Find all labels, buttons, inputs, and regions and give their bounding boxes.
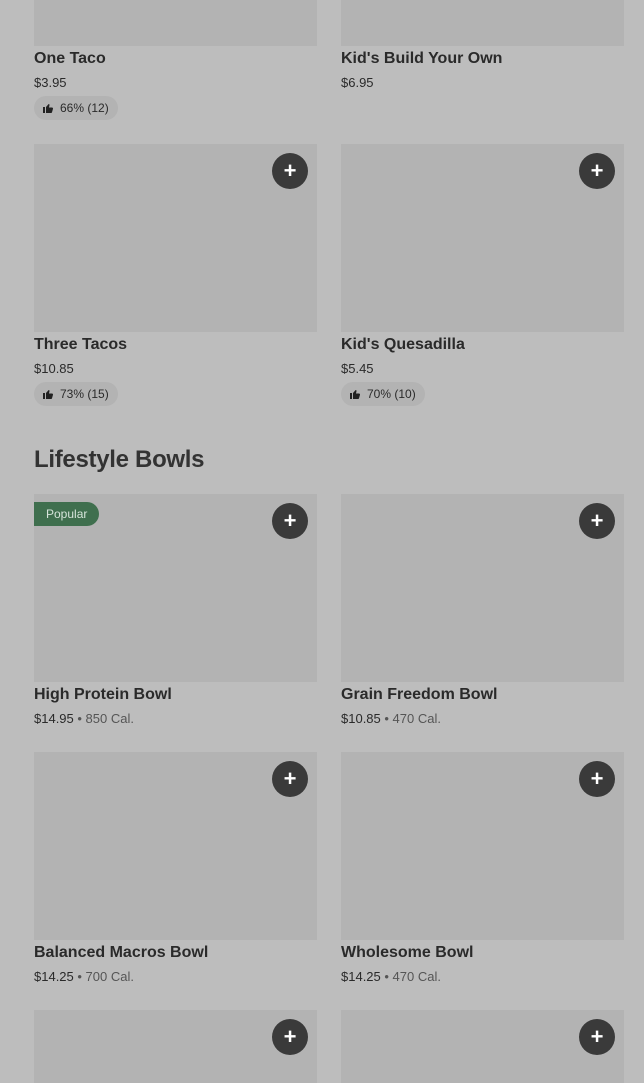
add-to-cart-button[interactable]: +	[272, 1019, 308, 1055]
add-to-cart-button[interactable]: +	[272, 761, 308, 797]
item-name: Balanced Macros Bowl	[34, 944, 209, 961]
add-to-cart-button[interactable]: +	[579, 1019, 615, 1055]
item-price: $10.85	[341, 711, 381, 726]
item-calories: 850 Cal.	[85, 711, 134, 726]
rating-pill: 70% (10)	[341, 382, 425, 406]
item-price: $14.25	[34, 969, 74, 984]
rating-text: 70% (10)	[367, 387, 416, 401]
separator: •	[73, 711, 86, 726]
thumbs-up-icon	[349, 388, 361, 400]
rating-text: 73% (15)	[60, 387, 109, 401]
item-price: $3.95	[34, 75, 67, 90]
item-name: Kid's Quesadilla	[341, 336, 465, 353]
popular-badge: Popular	[34, 502, 100, 526]
rating-pill: 66% (12)	[34, 96, 118, 120]
item-name: High Protein Bowl	[34, 686, 172, 703]
section-title: Lifestyle Bowls	[34, 446, 205, 473]
item-price-calories: $14.95 • 850 Cal.	[34, 711, 134, 726]
add-to-cart-button[interactable]: +	[272, 153, 308, 189]
separator: •	[73, 969, 86, 984]
item-calories: 700 Cal.	[85, 969, 134, 984]
item-name: One Taco	[34, 50, 106, 67]
item-price-calories: $14.25 • 700 Cal.	[34, 969, 134, 984]
thumbs-up-icon	[42, 388, 54, 400]
add-to-cart-button[interactable]: +	[272, 503, 308, 539]
item-name: Kid's Build Your Own	[341, 50, 503, 67]
item-price: $14.25	[341, 969, 381, 984]
separator: •	[380, 969, 393, 984]
add-to-cart-button[interactable]: +	[579, 153, 615, 189]
item-name: Grain Freedom Bowl	[341, 686, 498, 703]
item-calories: 470 Cal.	[392, 711, 441, 726]
item-calories: 470 Cal.	[392, 969, 441, 984]
item-price: $6.95	[341, 75, 374, 90]
rating-text: 66% (12)	[60, 101, 109, 115]
item-name: Wholesome Bowl	[341, 944, 474, 961]
item-name: Three Tacos	[34, 336, 128, 353]
add-to-cart-button[interactable]: +	[579, 761, 615, 797]
add-to-cart-button[interactable]: +	[579, 503, 615, 539]
item-price: $5.45	[341, 361, 374, 376]
item-image[interactable]	[341, 0, 624, 46]
thumbs-up-icon	[42, 102, 54, 114]
item-image[interactable]	[34, 0, 317, 46]
rating-pill: 73% (15)	[34, 382, 118, 406]
item-price: $10.85	[34, 361, 74, 376]
item-price-calories: $10.85 • 470 Cal.	[341, 711, 441, 726]
item-price-calories: $14.25 • 470 Cal.	[341, 969, 441, 984]
separator: •	[380, 711, 393, 726]
item-price: $14.95	[34, 711, 74, 726]
